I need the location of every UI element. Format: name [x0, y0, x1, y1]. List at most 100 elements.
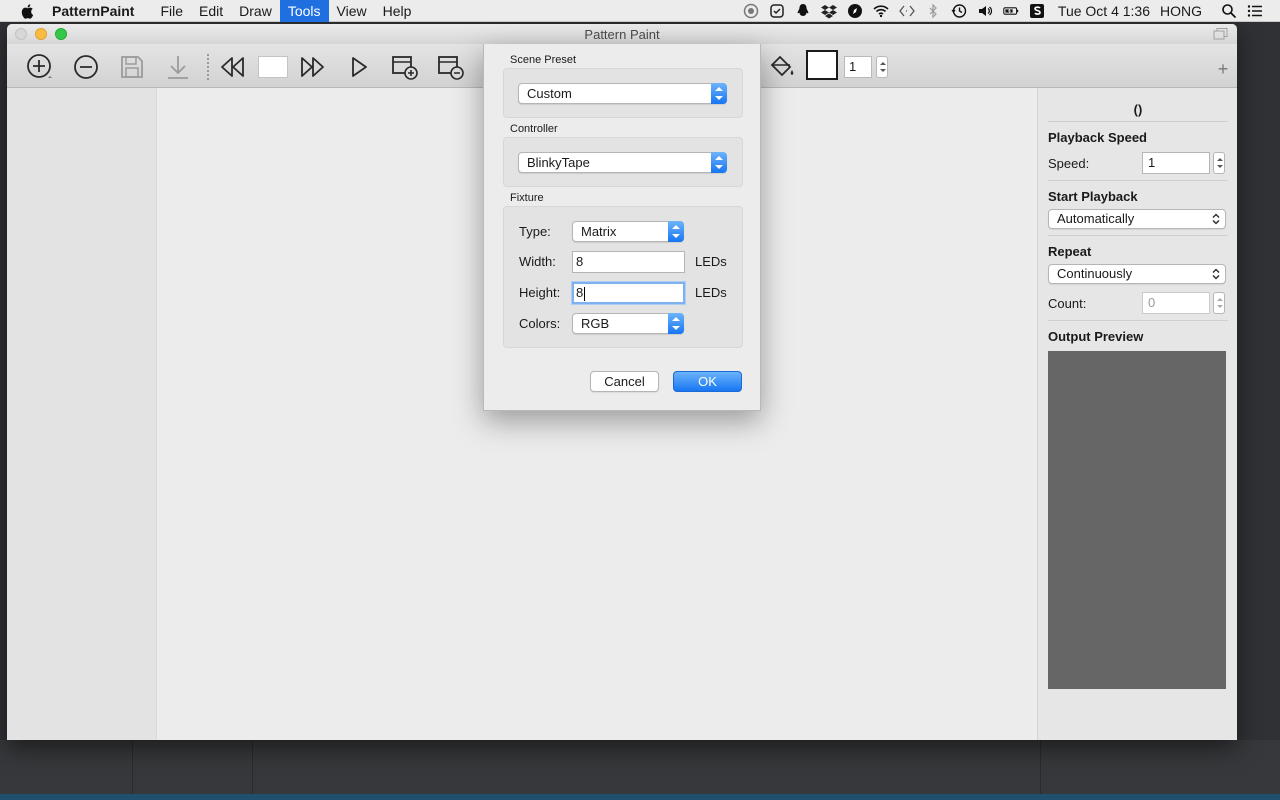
controller-value: BlinkyTape [527, 155, 590, 170]
fixture-type-select[interactable]: Matrix [572, 221, 684, 242]
insert-frame-button[interactable] [390, 52, 420, 82]
color-well[interactable] [806, 50, 838, 80]
plus-circle-icon [27, 54, 52, 78]
frame-thumbnail[interactable] [258, 56, 288, 78]
menu-bar: PatternPaint File Edit Draw Tools View H… [0, 0, 1280, 22]
start-playback-value: Automatically [1057, 211, 1135, 226]
status-area: Tue Oct 4 1:36 HONG [738, 0, 1280, 22]
zoom-window-button[interactable] [55, 28, 67, 40]
remove-frame-icon [438, 56, 464, 80]
cancel-button[interactable]: Cancel [590, 371, 659, 392]
s-app-icon[interactable] [1028, 3, 1046, 19]
pen-size-stepper[interactable] [876, 56, 888, 78]
start-playback-select[interactable]: Automatically [1048, 209, 1226, 229]
close-window-button[interactable] [15, 28, 27, 40]
output-preview-heading: Output Preview [1048, 329, 1144, 344]
notification-center-icon[interactable] [1246, 3, 1264, 19]
start-playback-heading: Start Playback [1048, 189, 1138, 204]
output-preview [1048, 351, 1226, 689]
background-window-strip [0, 740, 1280, 800]
remove-frame-button[interactable] [71, 52, 101, 82]
color-mode-value: RGB [581, 316, 610, 331]
controller-select[interactable]: BlinkyTape [518, 152, 727, 173]
updown-chevron-icon [1212, 268, 1220, 280]
add-frame-button[interactable] [25, 52, 55, 82]
count-field[interactable]: 0 [1142, 292, 1210, 314]
penguin-icon[interactable] [794, 3, 812, 19]
width-label: Width: [519, 254, 556, 269]
download-button[interactable] [163, 52, 193, 82]
controller-label: Controller [510, 123, 558, 135]
pen-size-field[interactable]: 1 [844, 56, 872, 78]
fill-tool-button[interactable] [767, 52, 797, 82]
type-label: Type: [519, 224, 551, 239]
app-name-menu[interactable]: PatternPaint [52, 3, 134, 19]
updown-chevron-icon [668, 313, 684, 334]
wifi-icon[interactable] [872, 3, 890, 19]
new-tab-icon[interactable]: + [1208, 59, 1237, 81]
width-unit: LEDs [695, 254, 727, 269]
menu-file[interactable]: File [152, 0, 191, 22]
rewind-icon [221, 57, 244, 77]
menubar-user[interactable]: HONG [1160, 3, 1202, 19]
apple-icon[interactable] [20, 3, 36, 19]
fixture-label: Fixture [510, 192, 544, 204]
checkmark-circle-icon[interactable] [768, 3, 786, 19]
updown-chevron-icon [711, 83, 727, 104]
save-button[interactable] [117, 52, 147, 82]
height-value: 8 [576, 285, 584, 300]
menubar-clock[interactable]: Tue Oct 4 1:36 [1058, 3, 1150, 19]
inspector-divider [1048, 121, 1228, 122]
fixture-type-value: Matrix [581, 224, 617, 239]
playback-inspector: () Playback Speed Speed: 1 Start Playbac… [1037, 88, 1237, 740]
window-controls [15, 28, 67, 40]
menu-edit[interactable]: Edit [191, 0, 231, 22]
inspector-divider [1048, 320, 1228, 321]
code-brackets-icon[interactable] [898, 3, 916, 19]
battery-icon[interactable] [1002, 3, 1020, 19]
volume-icon[interactable] [976, 3, 994, 19]
paint-bucket-icon [770, 55, 794, 77]
count-stepper[interactable] [1213, 292, 1225, 314]
menu-view[interactable]: View [329, 0, 375, 22]
fullscreen-icon[interactable] [1213, 27, 1229, 41]
previous-frame-button[interactable] [217, 52, 247, 82]
toolbar-separator [207, 54, 209, 80]
next-frame-button[interactable] [298, 52, 328, 82]
repeat-heading: Repeat [1048, 244, 1092, 259]
menu-help[interactable]: Help [375, 0, 420, 22]
floppy-disk-icon [121, 56, 143, 78]
menu-draw[interactable]: Draw [231, 0, 280, 22]
width-input[interactable]: 8 [572, 251, 685, 273]
delete-frame-button[interactable] [436, 52, 466, 82]
scene-preset-select[interactable]: Custom [518, 83, 727, 104]
scene-preset-label: Scene Preset [510, 54, 577, 66]
updown-chevron-icon [668, 221, 684, 242]
height-unit: LEDs [695, 285, 727, 300]
speed-label: Speed: [1048, 156, 1090, 171]
inspector-title: () [1133, 102, 1143, 117]
repeat-select[interactable]: Continuously [1048, 264, 1226, 284]
color-mode-select[interactable]: RGB [572, 313, 684, 334]
minimize-window-button[interactable] [35, 28, 47, 40]
height-label: Height: [519, 285, 561, 300]
scene-preset-value: Custom [527, 86, 572, 101]
minus-circle-icon [74, 55, 98, 79]
updown-chevron-icon [711, 152, 727, 173]
bluetooth-icon[interactable] [924, 3, 942, 19]
text-caret [584, 286, 586, 301]
height-input[interactable]: 8 [572, 282, 685, 304]
frame-list-pane [7, 88, 157, 740]
time-machine-icon[interactable] [950, 3, 968, 19]
menu-tools[interactable]: Tools [279, 0, 329, 22]
play-button[interactable] [344, 52, 374, 82]
speed-field[interactable]: 1 [1142, 152, 1210, 174]
ok-button[interactable]: OK [673, 371, 742, 392]
speed-stepper[interactable] [1213, 152, 1225, 174]
spotlight-search-icon[interactable] [1220, 3, 1238, 19]
pen-circle-icon[interactable] [846, 3, 864, 19]
dropbox-icon[interactable] [820, 3, 838, 19]
aperture-icon[interactable] [742, 3, 760, 19]
count-label: Count: [1048, 296, 1087, 311]
strip-divider [252, 740, 253, 800]
